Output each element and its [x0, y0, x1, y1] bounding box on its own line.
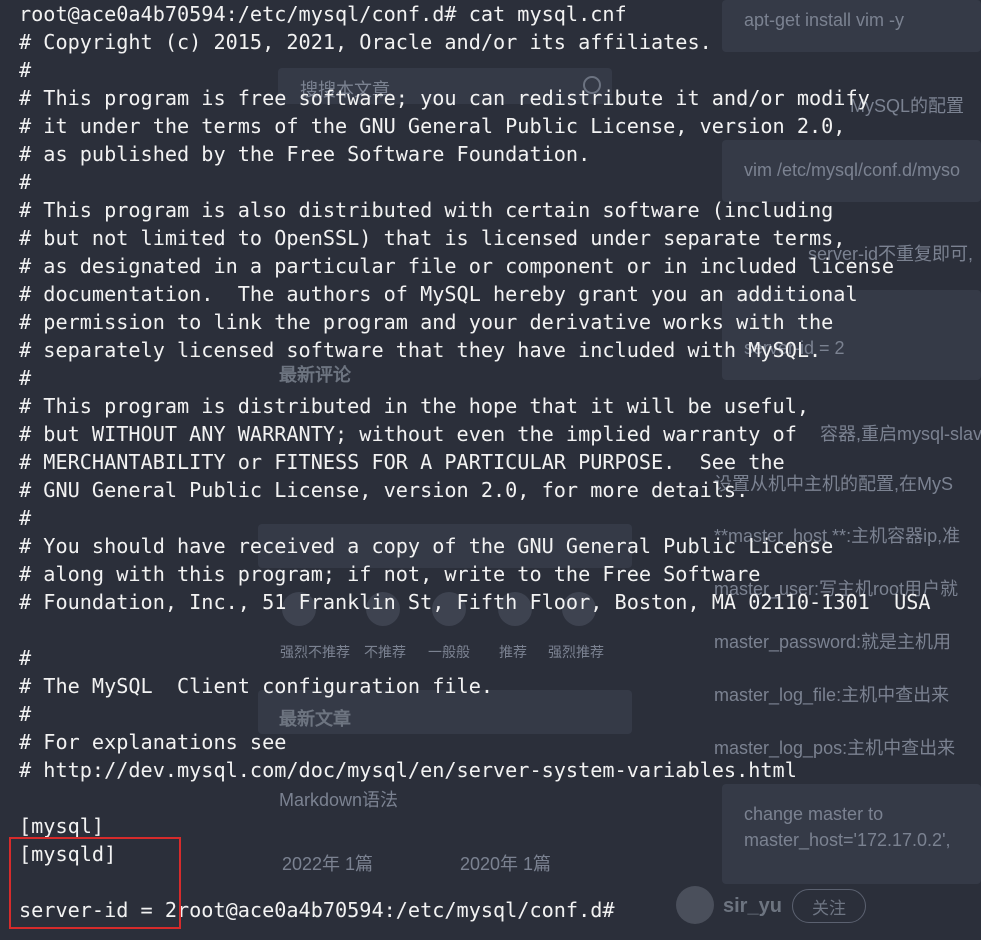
terminal-line: #: [19, 506, 32, 530]
terminal-line: # separately licensed software that they…: [19, 338, 822, 362]
terminal-line: # This program is free software; you can…: [19, 86, 870, 110]
terminal-line: #: [19, 366, 32, 390]
terminal-line: # Foundation, Inc., 51 Franklin St, Fift…: [19, 590, 931, 614]
terminal-line: # but not limited to OpenSSL) that is li…: [19, 226, 846, 250]
terminal-line: #: [19, 702, 32, 726]
terminal-line: # http://dev.mysql.com/doc/mysql/en/serv…: [19, 758, 797, 782]
terminal-output[interactable]: root@ace0a4b70594:/etc/mysql/conf.d# cat…: [19, 0, 931, 924]
terminal-line: # This program is distributed in the hop…: [19, 394, 810, 418]
terminal-line: # The MySQL Client configuration file.: [19, 674, 494, 698]
terminal-line: #: [19, 170, 32, 194]
terminal-line: # Copyright (c) 2015, 2021, Oracle and/o…: [19, 30, 712, 54]
terminal-line: #: [19, 646, 32, 670]
terminal-line: # For explanations see: [19, 730, 287, 754]
terminal-line: # permission to link the program and you…: [19, 310, 834, 334]
terminal-line: # but WITHOUT ANY WARRANTY; without even…: [19, 422, 797, 446]
terminal-line: # it under the terms of the GNU General …: [19, 114, 846, 138]
terminal-line: # as published by the Free Software Foun…: [19, 142, 591, 166]
terminal-line: root@ace0a4b70594:/etc/mysql/conf.d# cat…: [19, 2, 627, 26]
terminal-line: # GNU General Public License, version 2.…: [19, 478, 749, 502]
terminal-line: # along with this program; if not, write…: [19, 562, 761, 586]
highlight-annotation-box: [9, 837, 181, 929]
terminal-line: # documentation. The authors of MySQL he…: [19, 282, 858, 306]
terminal-line: # MERCHANTABILITY or FITNESS FOR A PARTI…: [19, 450, 785, 474]
terminal-line: # This program is also distributed with …: [19, 198, 834, 222]
terminal-line: # You should have received a copy of the…: [19, 534, 834, 558]
terminal-line: #: [19, 58, 32, 82]
terminal-line: [mysql]: [19, 814, 105, 838]
terminal-line: # as designated in a particular file or …: [19, 254, 895, 278]
